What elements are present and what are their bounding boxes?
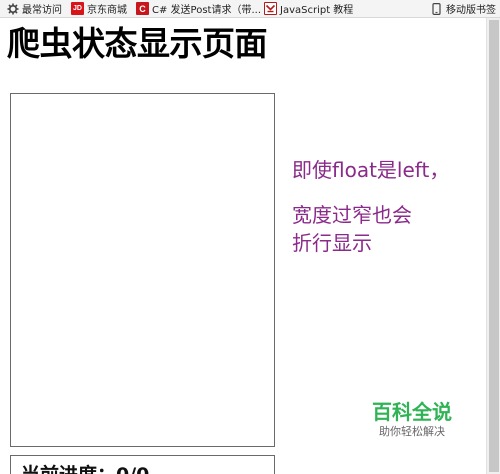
bookmark-jd[interactable]: JD 京东商城 bbox=[71, 0, 127, 18]
bookmark-label: C# 发送Post请求（带... bbox=[152, 5, 261, 16]
c-icon: C bbox=[136, 2, 149, 15]
bookmark-label: 最常访问 bbox=[22, 5, 62, 16]
bookmarks-bar: 最常访问 JD 京东商城 C C# 发送Post请求（带... JavaScri… bbox=[0, 0, 500, 18]
watermark: 百科全说 助你轻松解决 bbox=[366, 400, 458, 440]
mobile-icon bbox=[430, 2, 443, 15]
note-line-3: 折行显示 bbox=[292, 231, 372, 255]
note-line-1: 即使float是left， bbox=[292, 158, 450, 182]
bookmark-csharp-post[interactable]: C C# 发送Post请求（带... bbox=[136, 0, 261, 18]
bookmark-mobile[interactable]: 移动版书签 bbox=[430, 0, 496, 18]
vertical-scrollbar[interactable] bbox=[486, 18, 500, 474]
jd-icon: JD bbox=[71, 2, 84, 15]
gear-icon bbox=[6, 2, 19, 15]
bookmark-label: 移动版书签 bbox=[446, 5, 496, 16]
progress-box: 当前进度：0/0 bbox=[10, 455, 275, 474]
bookmark-label: 京东商城 bbox=[87, 5, 127, 16]
bookmark-label: JavaScript 教程 bbox=[280, 5, 354, 16]
float-note: 即使float是left， 宽度过窄也会 折行显示 bbox=[292, 156, 449, 257]
page-title: 爬虫状态显示页面 bbox=[7, 24, 268, 63]
bookmark-javascript-tutorial[interactable]: JavaScript 教程 bbox=[264, 0, 353, 18]
js-tutorial-icon bbox=[264, 2, 277, 15]
scrollbar-thumb[interactable] bbox=[489, 20, 499, 472]
note-spacer bbox=[292, 184, 449, 201]
watermark-title: 百科全说 bbox=[372, 400, 452, 424]
note-line-2: 宽度过窄也会 bbox=[292, 203, 412, 227]
status-display-box bbox=[10, 93, 275, 447]
progress-text: 当前进度：0/0 bbox=[21, 460, 149, 474]
watermark-subtitle: 助你轻松解决 bbox=[379, 425, 445, 438]
bookmark-most-visited[interactable]: 最常访问 bbox=[6, 0, 62, 18]
